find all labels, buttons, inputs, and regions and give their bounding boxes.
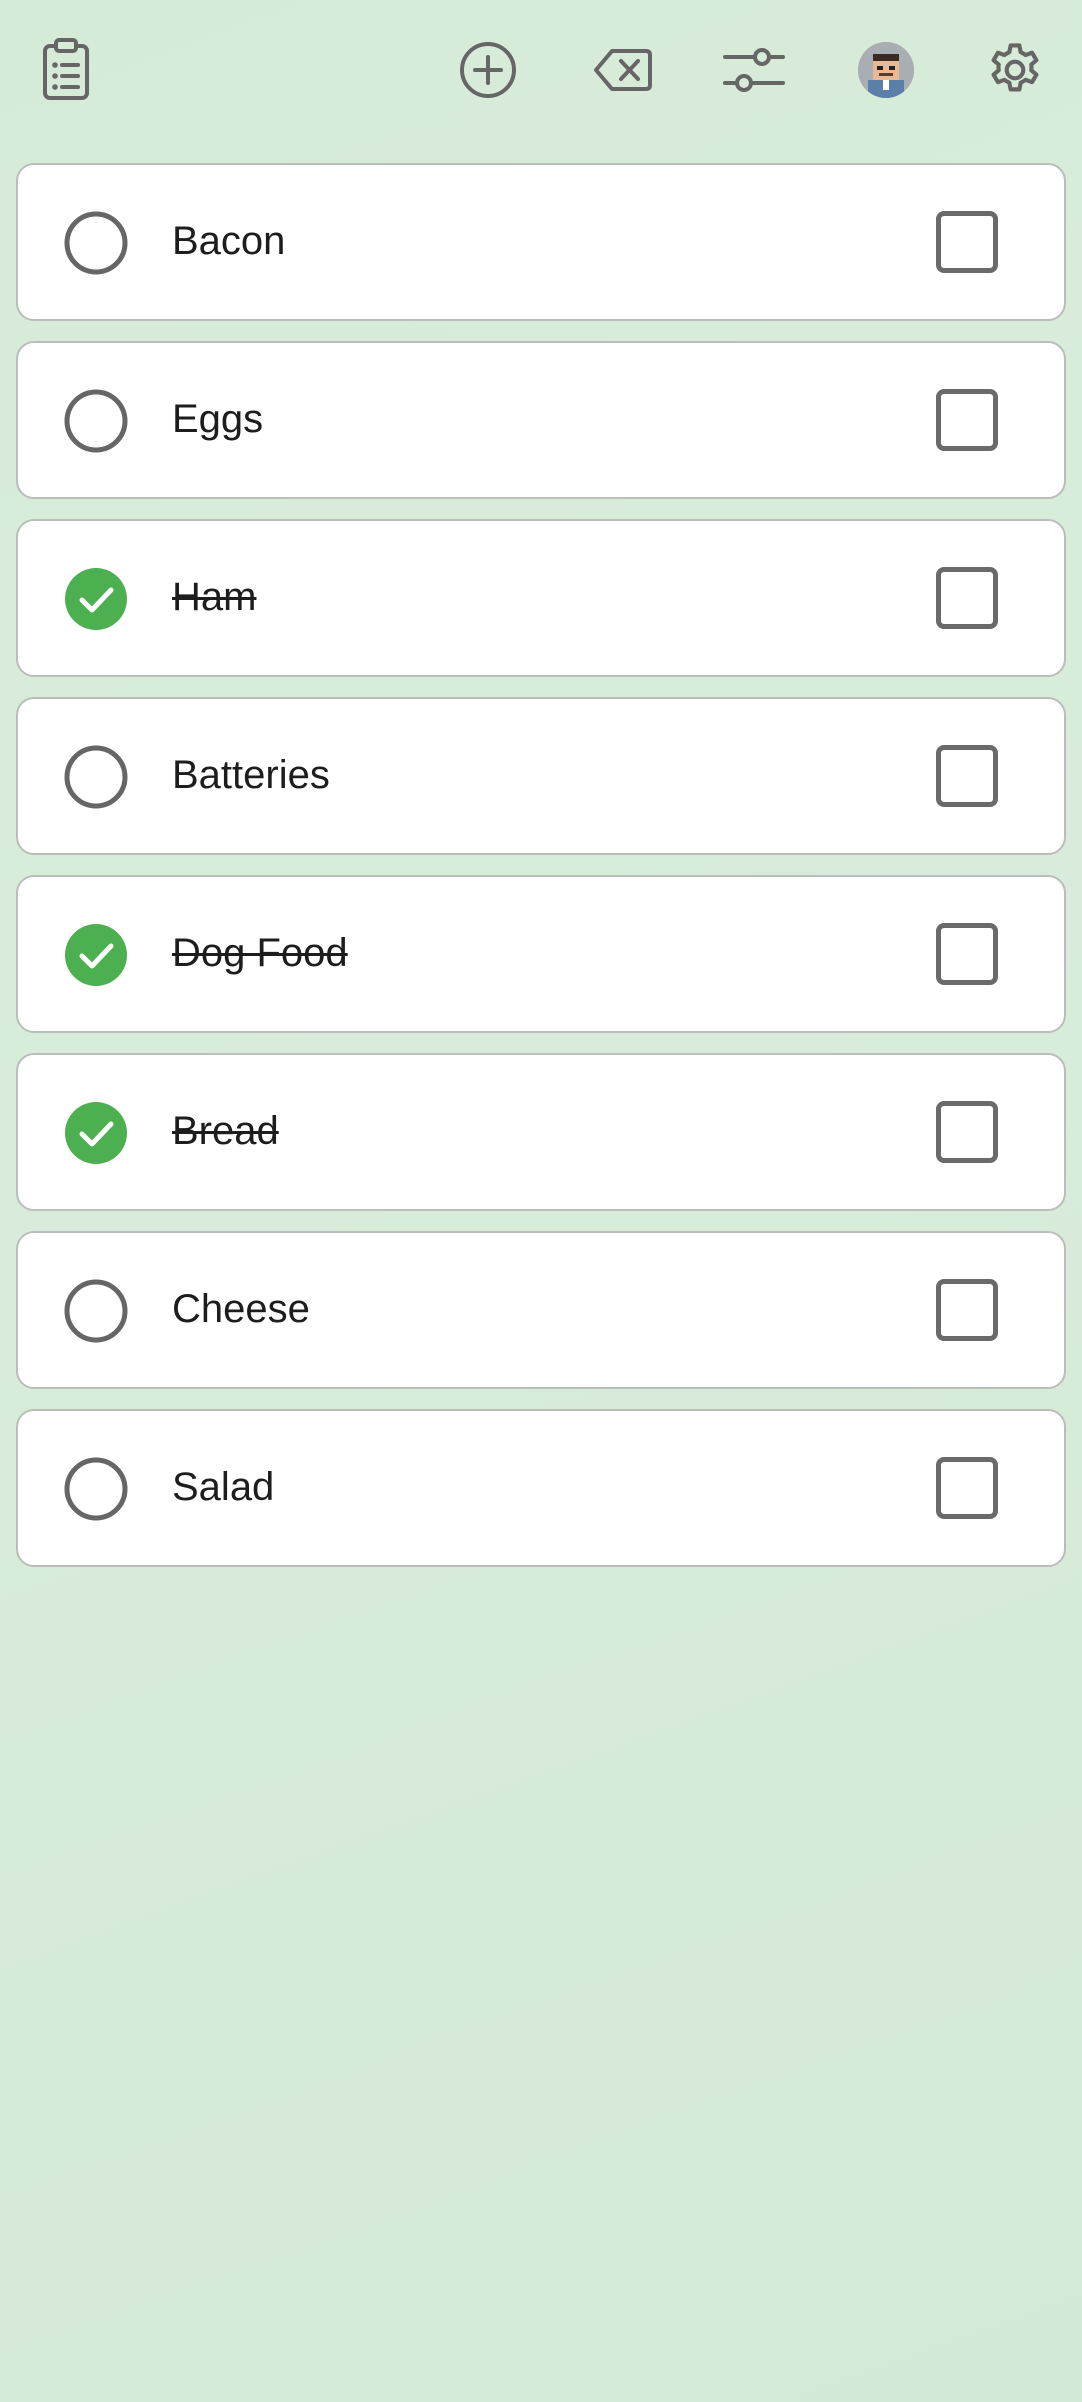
item-label: Bread (172, 1109, 279, 1153)
check-circle-icon[interactable] (64, 567, 128, 631)
list-item[interactable]: Dog Food (16, 875, 1066, 1033)
item-label: Bacon (172, 219, 286, 263)
list-item[interactable]: Ham (16, 519, 1066, 677)
toolbar (0, 0, 1082, 140)
avatar[interactable] (850, 34, 922, 106)
sliders-icon[interactable] (718, 34, 790, 106)
select-checkbox[interactable] (936, 389, 998, 451)
select-checkbox[interactable] (936, 1279, 998, 1341)
select-checkbox[interactable] (936, 1457, 998, 1519)
check-circle-icon[interactable] (64, 923, 128, 987)
empty-circle-icon[interactable] (64, 1457, 128, 1521)
list-item[interactable]: Bacon (16, 163, 1066, 321)
check-circle-icon[interactable] (64, 1101, 128, 1165)
list-item[interactable]: Bread (16, 1053, 1066, 1211)
add-circle-icon[interactable] (452, 34, 524, 106)
list-item[interactable]: Cheese (16, 1231, 1066, 1389)
gear-icon[interactable] (979, 34, 1051, 106)
item-label: Eggs (172, 397, 264, 441)
list-item[interactable]: Eggs (16, 341, 1066, 499)
backspace-icon[interactable] (587, 34, 659, 106)
item-label: Ham (172, 575, 257, 619)
empty-circle-icon[interactable] (64, 745, 128, 809)
item-label: Dog Food (172, 931, 348, 975)
empty-circle-icon[interactable] (64, 1279, 128, 1343)
select-checkbox[interactable] (936, 567, 998, 629)
item-label: Salad (172, 1465, 275, 1509)
item-label: Cheese (172, 1287, 310, 1331)
empty-circle-icon[interactable] (64, 389, 128, 453)
select-checkbox[interactable] (936, 1101, 998, 1163)
list-item[interactable]: Salad (16, 1409, 1066, 1567)
select-checkbox[interactable] (936, 923, 998, 985)
empty-circle-icon[interactable] (64, 211, 128, 275)
select-checkbox[interactable] (936, 745, 998, 807)
clipboard-list-icon[interactable] (30, 34, 102, 106)
select-checkbox[interactable] (936, 211, 998, 273)
shopping-list: Bacon Eggs Ham Batteries Dog Food Bread … (16, 163, 1066, 1587)
list-item[interactable]: Batteries (16, 697, 1066, 855)
item-label: Batteries (172, 753, 330, 797)
